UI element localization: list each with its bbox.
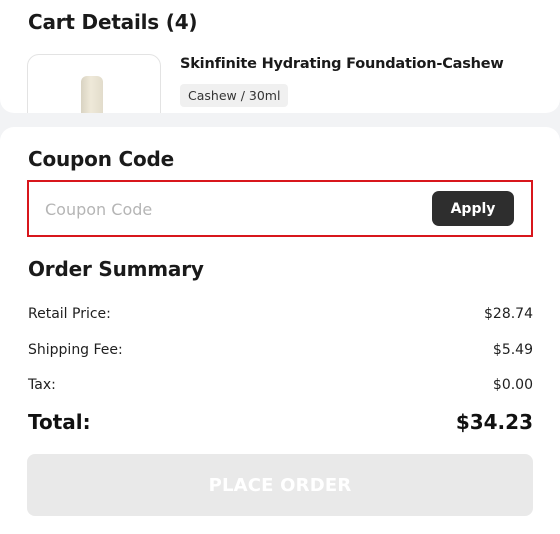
- product-variant-chip: Cashew / 30ml: [180, 84, 289, 107]
- checkout-card: Coupon Code Apply Order Summary Retail P…: [0, 127, 560, 534]
- apply-coupon-button[interactable]: Apply: [432, 191, 514, 226]
- foundation-bottle-image: [81, 76, 103, 113]
- tax-label: Tax:: [28, 377, 56, 393]
- order-summary-title: Order Summary: [28, 257, 204, 281]
- retail-price-label: Retail Price:: [28, 306, 111, 322]
- total-label: Total:: [28, 410, 91, 434]
- total-row: Total: $34.23: [28, 410, 533, 438]
- coupon-section-title: Coupon Code: [28, 147, 175, 171]
- coupon-field-container: Apply: [27, 180, 533, 237]
- shipping-fee-label: Shipping Fee:: [28, 342, 123, 358]
- shipping-fee-value: $5.49: [492, 342, 533, 358]
- retail-price-value: $28.74: [484, 306, 533, 322]
- tax-value: $0.00: [492, 377, 533, 393]
- cart-details-card: Cart Details (4) Skinfinite Hydrating Fo…: [0, 0, 560, 113]
- tax-row: Tax: $0.00: [28, 377, 533, 397]
- coupon-input[interactable]: [45, 196, 425, 222]
- total-value: $34.23: [455, 410, 533, 434]
- place-order-button[interactable]: PLACE ORDER: [27, 454, 533, 516]
- product-name[interactable]: Skinfinite Hydrating Foundation-Cashew: [180, 56, 504, 72]
- cart-details-title: Cart Details (4): [28, 10, 198, 34]
- shipping-fee-row: Shipping Fee: $5.49: [28, 342, 533, 362]
- product-thumbnail[interactable]: [27, 54, 161, 113]
- retail-price-row: Retail Price: $28.74: [28, 306, 533, 326]
